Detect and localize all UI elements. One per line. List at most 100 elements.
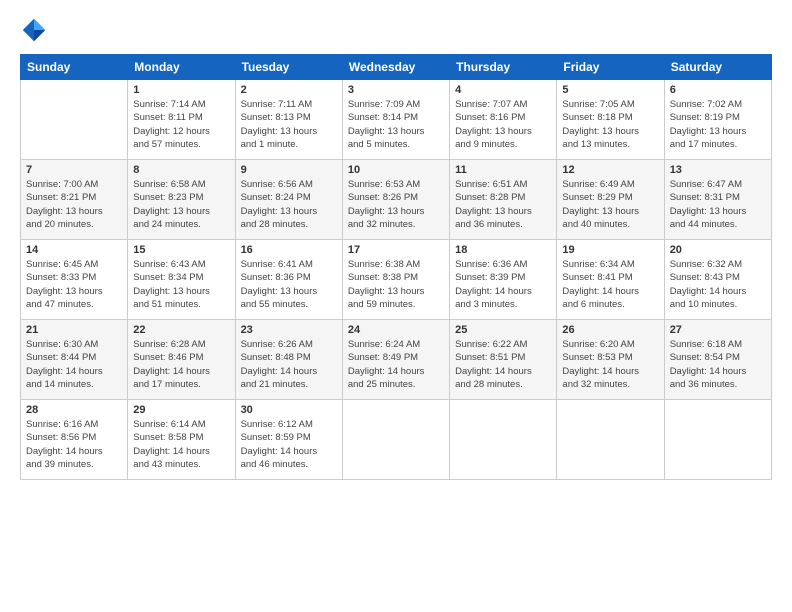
calendar-cell: 10 Sunrise: 6:53 AM Sunset: 8:26 PM Dayli… — [342, 160, 449, 240]
header — [20, 16, 772, 44]
day-info: Sunrise: 6:58 AM Sunset: 8:23 PM Dayligh… — [133, 178, 229, 231]
day-number: 26 — [562, 324, 658, 336]
day-number: 5 — [562, 84, 658, 96]
day-number: 28 — [26, 404, 122, 416]
calendar-cell: 23Sunrise: 6:26 AM Sunset: 8:48 PM Dayli… — [235, 320, 342, 400]
calendar-week-5: 28 Sunrise: 6:16 AM Sunset: 8:56 PM Dayli… — [21, 400, 772, 480]
calendar-cell: 4 Sunrise: 7:07 AM Sunset: 8:16 PM Daylig… — [450, 80, 557, 160]
day-number: 29 — [133, 404, 229, 416]
day-info: Sunrise: 6:56 AM Sunset: 8:24 PM Dayligh… — [241, 178, 337, 231]
calendar-cell: 1 Sunrise: 7:14 AM Sunset: 8:11 PM Daylig… — [128, 80, 235, 160]
calendar-cell: 6 Sunrise: 7:02 AM Sunset: 8:19 PM Daylig… — [664, 80, 771, 160]
calendar-cell: 11Sunrise: 6:51 AM Sunset: 8:28 PM Dayli… — [450, 160, 557, 240]
day-info: Sunrise: 7:05 AM Sunset: 8:18 PM Dayligh… — [562, 98, 658, 151]
calendar-cell: 28 Sunrise: 6:16 AM Sunset: 8:56 PM Dayli… — [21, 400, 128, 480]
calendar-cell: 2 Sunrise: 7:11 AM Sunset: 8:13 PM Daylig… — [235, 80, 342, 160]
calendar-cell: 7 Sunrise: 7:00 AM Sunset: 8:21 PM Daylig… — [21, 160, 128, 240]
day-info: Sunrise: 6:43 AM Sunset: 8:34 PM Dayligh… — [133, 258, 229, 311]
day-info: Sunrise: 6:49 AM Sunset: 8:29 PM Dayligh… — [562, 178, 658, 231]
day-info: Sunrise: 6:32 AM Sunset: 8:43 PM Dayligh… — [670, 258, 766, 311]
calendar-cell: 13 Sunrise: 6:47 AM Sunset: 8:31 PM Dayli… — [664, 160, 771, 240]
calendar-cell: 14 Sunrise: 6:45 AM Sunset: 8:33 PM Dayli… — [21, 240, 128, 320]
calendar-cell: 22 Sunrise: 6:28 AM Sunset: 8:46 PM Dayli… — [128, 320, 235, 400]
column-header-thursday: Thursday — [450, 55, 557, 80]
day-number: 9 — [241, 164, 337, 176]
day-number: 22 — [133, 324, 229, 336]
day-number: 19 — [562, 244, 658, 256]
day-number: 1 — [133, 84, 229, 96]
day-info: Sunrise: 7:00 AM Sunset: 8:21 PM Dayligh… — [26, 178, 122, 231]
day-info: Sunrise: 6:51 AM Sunset: 8:28 PM Dayligh… — [455, 178, 551, 231]
day-info: Sunrise: 6:53 AM Sunset: 8:26 PM Dayligh… — [348, 178, 444, 231]
day-info: Sunrise: 7:07 AM Sunset: 8:16 PM Dayligh… — [455, 98, 551, 151]
day-number: 3 — [348, 84, 444, 96]
column-header-saturday: Saturday — [664, 55, 771, 80]
day-info: Sunrise: 6:34 AM Sunset: 8:41 PM Dayligh… — [562, 258, 658, 311]
calendar-week-2: 7 Sunrise: 7:00 AM Sunset: 8:21 PM Daylig… — [21, 160, 772, 240]
column-header-sunday: Sunday — [21, 55, 128, 80]
calendar-cell: 5 Sunrise: 7:05 AM Sunset: 8:18 PM Daylig… — [557, 80, 664, 160]
calendar-header-row: SundayMondayTuesdayWednesdayThursdayFrid… — [21, 55, 772, 80]
column-header-monday: Monday — [128, 55, 235, 80]
calendar-cell: 20 Sunrise: 6:32 AM Sunset: 8:43 PM Dayli… — [664, 240, 771, 320]
day-info: Sunrise: 6:30 AM Sunset: 8:44 PM Dayligh… — [26, 338, 122, 391]
calendar-cell — [664, 400, 771, 480]
day-number: 14 — [26, 244, 122, 256]
calendar-cell — [342, 400, 449, 480]
calendar-week-3: 14 Sunrise: 6:45 AM Sunset: 8:33 PM Dayli… — [21, 240, 772, 320]
day-number: 30 — [241, 404, 337, 416]
calendar-cell: 29Sunrise: 6:14 AM Sunset: 8:58 PM Dayli… — [128, 400, 235, 480]
day-info: Sunrise: 6:16 AM Sunset: 8:56 PM Dayligh… — [26, 418, 122, 471]
calendar-cell: 9 Sunrise: 6:56 AM Sunset: 8:24 PM Daylig… — [235, 160, 342, 240]
day-info: Sunrise: 6:41 AM Sunset: 8:36 PM Dayligh… — [241, 258, 337, 311]
calendar-cell: 15 Sunrise: 6:43 AM Sunset: 8:34 PM Dayli… — [128, 240, 235, 320]
calendar-cell: 18Sunrise: 6:36 AM Sunset: 8:39 PM Dayli… — [450, 240, 557, 320]
column-header-tuesday: Tuesday — [235, 55, 342, 80]
day-info: Sunrise: 6:38 AM Sunset: 8:38 PM Dayligh… — [348, 258, 444, 311]
calendar-cell: 30Sunrise: 6:12 AM Sunset: 8:59 PM Dayli… — [235, 400, 342, 480]
calendar-cell: 3 Sunrise: 7:09 AM Sunset: 8:14 PM Daylig… — [342, 80, 449, 160]
day-info: Sunrise: 7:11 AM Sunset: 8:13 PM Dayligh… — [241, 98, 337, 151]
calendar-cell: 8 Sunrise: 6:58 AM Sunset: 8:23 PM Daylig… — [128, 160, 235, 240]
day-info: Sunrise: 6:18 AM Sunset: 8:54 PM Dayligh… — [670, 338, 766, 391]
day-info: Sunrise: 7:14 AM Sunset: 8:11 PM Dayligh… — [133, 98, 229, 151]
day-info: Sunrise: 6:45 AM Sunset: 8:33 PM Dayligh… — [26, 258, 122, 311]
calendar-cell — [450, 400, 557, 480]
calendar-cell — [557, 400, 664, 480]
calendar-cell: 17 Sunrise: 6:38 AM Sunset: 8:38 PM Dayli… — [342, 240, 449, 320]
day-info: Sunrise: 7:02 AM Sunset: 8:19 PM Dayligh… — [670, 98, 766, 151]
day-number: 12 — [562, 164, 658, 176]
day-info: Sunrise: 6:47 AM Sunset: 8:31 PM Dayligh… — [670, 178, 766, 231]
calendar-cell: 19 Sunrise: 6:34 AM Sunset: 8:41 PM Dayli… — [557, 240, 664, 320]
calendar-cell — [21, 80, 128, 160]
calendar-table: SundayMondayTuesdayWednesdayThursdayFrid… — [20, 54, 772, 480]
day-number: 7 — [26, 164, 122, 176]
column-header-friday: Friday — [557, 55, 664, 80]
day-number: 16 — [241, 244, 337, 256]
day-number: 20 — [670, 244, 766, 256]
day-info: Sunrise: 6:36 AM Sunset: 8:39 PM Dayligh… — [455, 258, 551, 311]
calendar-cell: 27 Sunrise: 6:18 AM Sunset: 8:54 PM Dayli… — [664, 320, 771, 400]
day-info: Sunrise: 7:09 AM Sunset: 8:14 PM Dayligh… — [348, 98, 444, 151]
calendar-cell: 16 Sunrise: 6:41 AM Sunset: 8:36 PM Dayli… — [235, 240, 342, 320]
day-number: 17 — [348, 244, 444, 256]
day-number: 21 — [26, 324, 122, 336]
day-info: Sunrise: 6:26 AM Sunset: 8:48 PM Dayligh… — [241, 338, 337, 391]
page: SundayMondayTuesdayWednesdayThursdayFrid… — [0, 0, 792, 612]
day-number: 4 — [455, 84, 551, 96]
day-number: 13 — [670, 164, 766, 176]
day-number: 25 — [455, 324, 551, 336]
calendar-cell: 21 Sunrise: 6:30 AM Sunset: 8:44 PM Dayli… — [21, 320, 128, 400]
day-number: 24 — [348, 324, 444, 336]
day-number: 8 — [133, 164, 229, 176]
day-info: Sunrise: 6:28 AM Sunset: 8:46 PM Dayligh… — [133, 338, 229, 391]
day-number: 6 — [670, 84, 766, 96]
day-number: 27 — [670, 324, 766, 336]
day-number: 2 — [241, 84, 337, 96]
day-info: Sunrise: 6:22 AM Sunset: 8:51 PM Dayligh… — [455, 338, 551, 391]
calendar-cell: 25 Sunrise: 6:22 AM Sunset: 8:51 PM Dayli… — [450, 320, 557, 400]
calendar-cell: 24Sunrise: 6:24 AM Sunset: 8:49 PM Dayli… — [342, 320, 449, 400]
day-number: 15 — [133, 244, 229, 256]
day-number: 10 — [348, 164, 444, 176]
day-info: Sunrise: 6:20 AM Sunset: 8:53 PM Dayligh… — [562, 338, 658, 391]
